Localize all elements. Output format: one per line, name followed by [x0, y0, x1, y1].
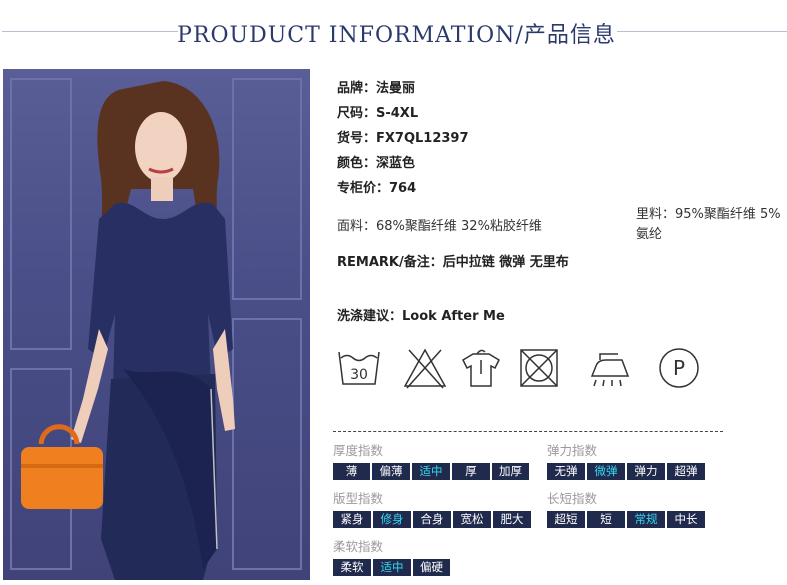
hang-dry-icon — [462, 349, 500, 387]
wash-temp-label: 30 — [350, 367, 368, 383]
length-option-chip: 中长 — [667, 511, 705, 528]
price-line: 专柜价：764 — [337, 181, 417, 196]
softness-option-chip: 适中 — [373, 559, 411, 576]
elasticity-index-options: 无弹 微弹 弹力 超弹 — [547, 463, 705, 480]
softness-option-chip: 柔软 — [333, 559, 371, 576]
dry-clean-label: P — [673, 356, 685, 380]
elasticity-option-chip: 弹力 — [627, 463, 665, 480]
elasticity-option-chip: 微弹 — [587, 463, 625, 480]
wash-advice-line: 洗涤建议：Look After Me — [337, 309, 505, 324]
thickness-option-chip: 偏薄 — [372, 463, 410, 480]
thickness-index-title: 厚度指数 — [333, 443, 384, 458]
length-option-chip: 超短 — [547, 511, 585, 528]
softness-index-options: 柔软 适中 偏硬 — [333, 559, 450, 576]
section-title: PROUDUCT INFORMATION/产品信息 — [177, 23, 616, 48]
length-option-chip: 常规 — [627, 511, 665, 528]
length-index-options: 超短短常规 中长 — [547, 511, 705, 528]
product-photo — [3, 69, 310, 580]
thickness-index-options: 薄偏薄 适中厚加厚 — [333, 463, 529, 480]
dry-clean-p-icon: P — [659, 348, 699, 388]
thickness-option-chip: 加厚 — [492, 463, 529, 480]
elasticity-option-chip: 无弹 — [547, 463, 585, 480]
brand-line: 品牌：法曼丽 — [337, 81, 416, 96]
length-option-chip: 短 — [587, 511, 625, 528]
fabric-line: 面料：68%聚酯纤维 32%粘胶纤维 — [337, 219, 542, 234]
no-bleach-icon — [403, 348, 447, 389]
size-line: 尺码：S-4XL — [337, 106, 419, 121]
elasticity-index-title: 弹力指数 — [547, 443, 598, 458]
fit-option-chip: 宽松 — [453, 511, 491, 528]
header-divider-right — [617, 31, 787, 32]
thickness-option-chip: 薄 — [333, 463, 370, 480]
fit-option-chip: 合身 — [413, 511, 451, 528]
elasticity-option-chip: 超弹 — [667, 463, 705, 480]
item-number-line: 货号：FX7QL12397 — [337, 131, 469, 146]
fit-option-chip: 肥大 — [493, 511, 531, 528]
length-index-title: 长短指数 — [547, 491, 598, 506]
lining-line: 里料：95%聚酯纤维 5%氨纶 — [636, 207, 781, 242]
color-line: 颜色：深蓝色 — [337, 156, 416, 171]
iron-steam-icon — [590, 353, 630, 387]
fit-option-chip: 修身 — [373, 511, 411, 528]
remark-line: REMARK/备注：后中拉链 微弹 无里布 — [337, 255, 569, 270]
header-divider-left — [2, 31, 178, 32]
wash-30-icon: 30 — [338, 351, 380, 385]
thickness-option-chip: 厚 — [452, 463, 490, 480]
section-divider — [333, 431, 723, 432]
fit-index-title: 版型指数 — [333, 491, 384, 506]
fit-option-chip: 紧身 — [333, 511, 371, 528]
softness-index-title: 柔软指数 — [333, 539, 384, 554]
thickness-option-chip: 适中 — [412, 463, 450, 480]
fit-index-options: 紧身 修身 合身 宽松 肥大 — [333, 511, 531, 528]
no-tumble-dry-icon — [520, 349, 558, 387]
softness-option-chip: 偏硬 — [413, 559, 450, 576]
